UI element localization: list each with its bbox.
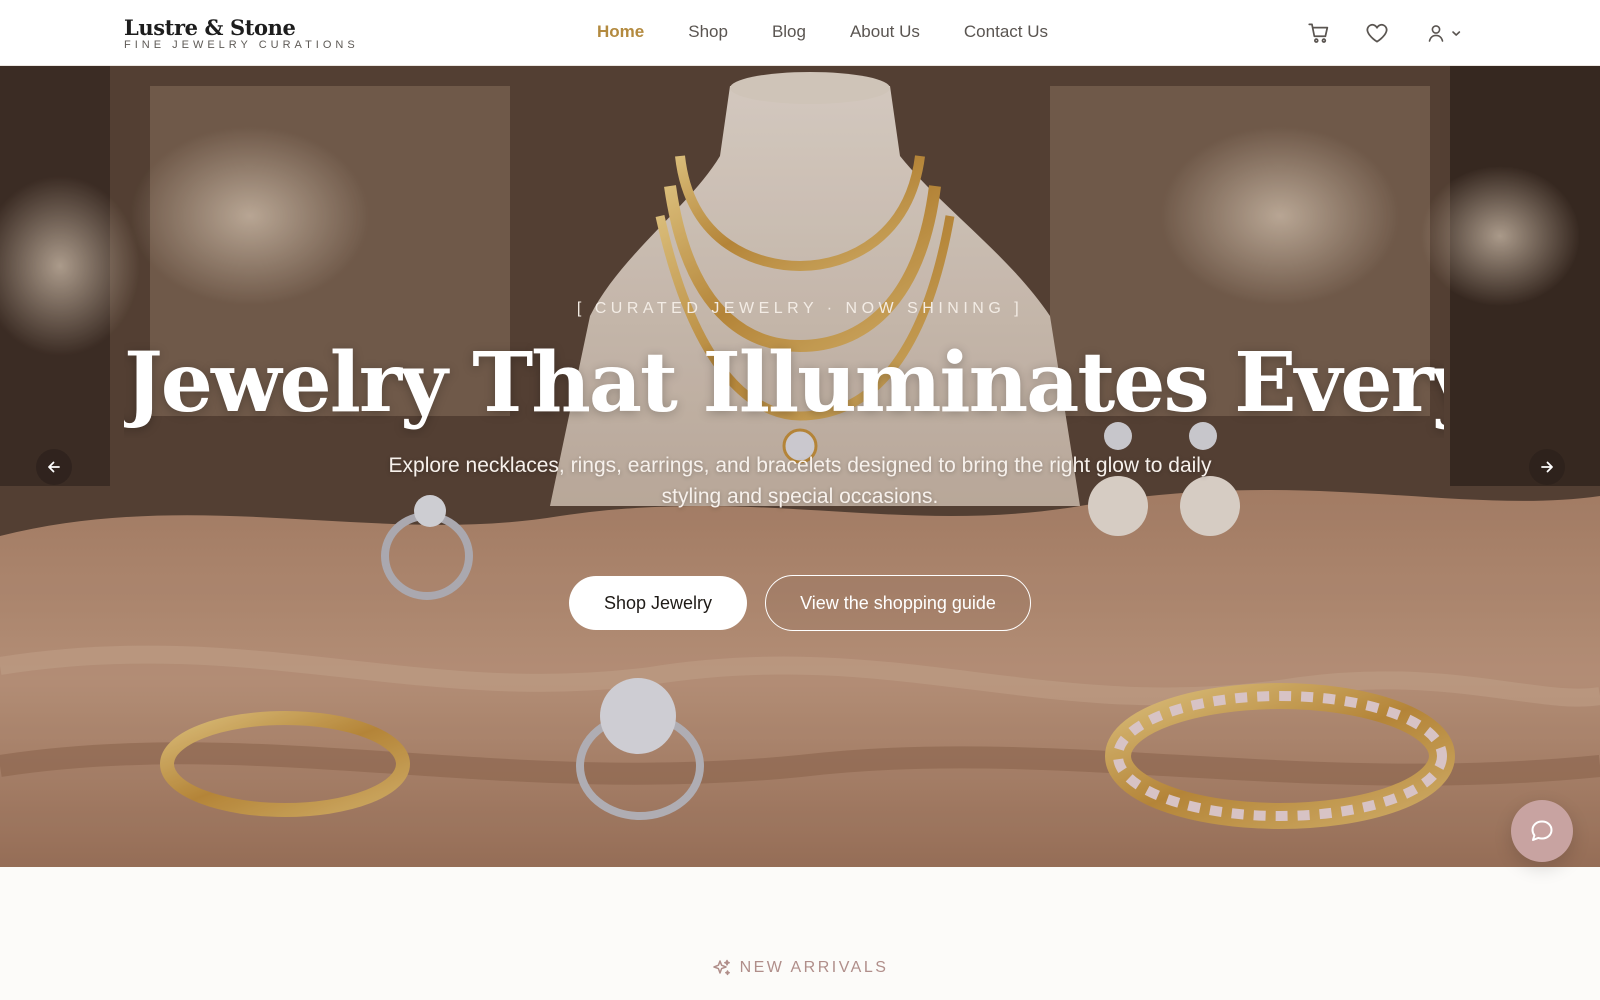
user-menu[interactable] <box>1424 20 1468 46</box>
chat-bubble-icon <box>1531 820 1553 841</box>
hero-subtitle: Explore necklaces, rings, earrings, and … <box>388 454 1212 508</box>
site-header: Lustre & Stone FINE JEWELRY CURATIONS Ho… <box>0 0 1600 66</box>
hero-title: Jewelry That Illuminates Every Impo... <box>124 335 1444 431</box>
section-eyebrow-label: NEW ARRIVALS <box>739 959 889 976</box>
shop-jewelry-button[interactable]: Shop Jewelry <box>569 576 747 630</box>
brand-tagline: FINE JEWELRY CURATIONS <box>124 39 359 51</box>
carousel-next-button[interactable] <box>1529 449 1565 485</box>
hero-carousel: [ CURATED JEWELRY · NOW SHINING ] Jewelr… <box>0 66 1600 867</box>
shopping-guide-button[interactable]: View the shopping guide <box>765 575 1031 631</box>
main-nav: Home Shop Blog About Us Contact Us <box>597 21 1048 43</box>
brand-logo[interactable]: Lustre & Stone FINE JEWELRY CURATIONS <box>124 15 359 52</box>
nav-item-home[interactable]: Home <box>597 21 644 43</box>
user-icon <box>1428 25 1444 42</box>
new-arrivals-eyebrow: NEW ARRIVALS <box>0 956 1600 980</box>
nav-item-shop[interactable]: Shop <box>688 21 728 43</box>
nav-item-contact-us[interactable]: Contact Us <box>964 21 1048 43</box>
arrow-right-icon <box>1541 461 1553 473</box>
chevron-down-icon <box>1452 31 1461 36</box>
heart-icon[interactable] <box>1364 20 1390 46</box>
chat-button[interactable] <box>1511 800 1573 862</box>
arrow-left-icon <box>48 461 60 473</box>
brand-name: Lustre & Stone <box>124 15 296 40</box>
hero-eyebrow: [ CURATED JEWELRY · NOW SHINING ] <box>576 300 1024 317</box>
nav-item-blog[interactable]: Blog <box>772 21 806 43</box>
cart-icon[interactable] <box>1306 20 1332 46</box>
carousel-prev-button[interactable] <box>36 449 72 485</box>
nav-item-about-us[interactable]: About Us <box>850 21 920 43</box>
section-title <box>0 990 1600 1000</box>
sparkle-icon <box>712 959 730 976</box>
